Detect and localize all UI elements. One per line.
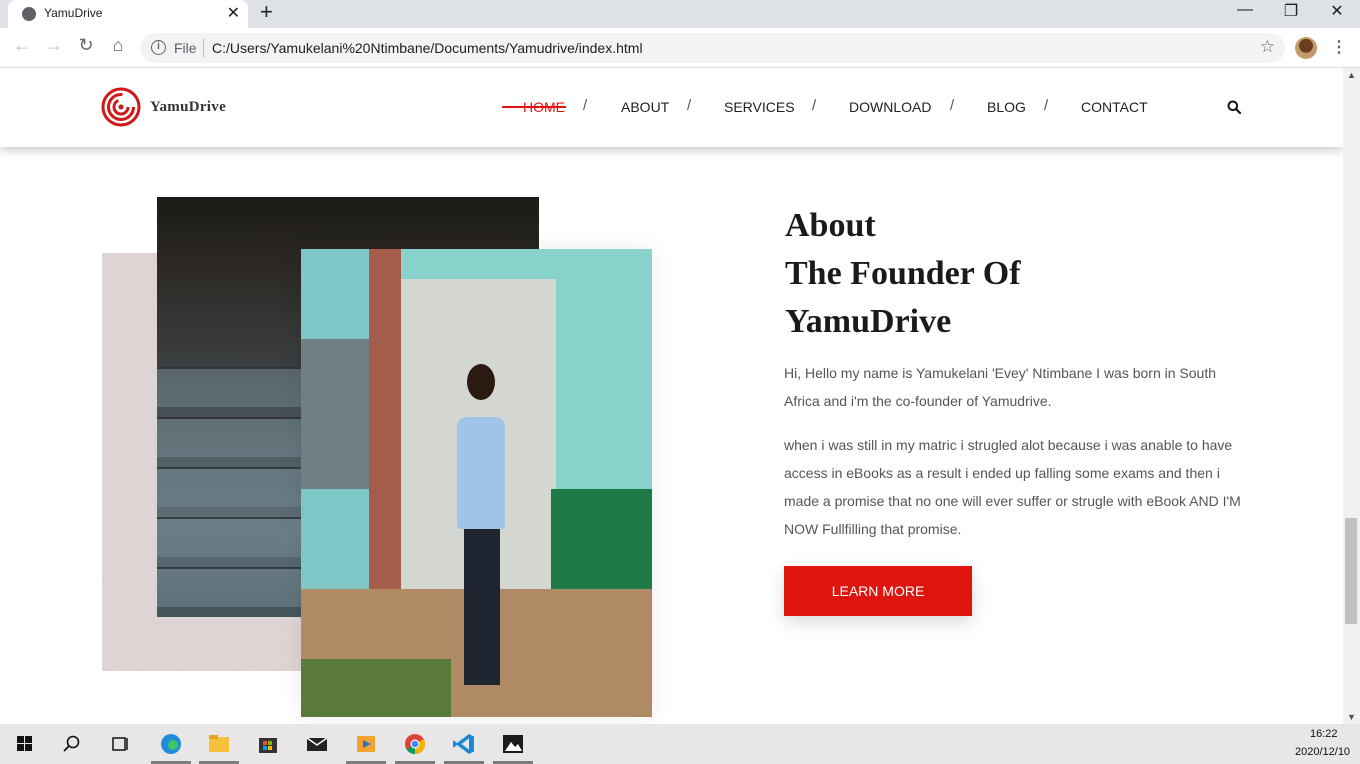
search-icon[interactable] [1227, 100, 1241, 114]
site-header: YamuDrive HOME / ABOUT / SERVICES / DOWN… [0, 68, 1343, 147]
microsoft-store-icon[interactable] [255, 732, 281, 756]
chrome-icon[interactable] [402, 732, 428, 756]
info-icon[interactable]: i [151, 40, 166, 55]
mail-icon[interactable] [304, 732, 330, 756]
bookmark-star-icon[interactable]: ☆ [1260, 37, 1275, 57]
minimize-button[interactable]: — [1222, 1, 1268, 19]
nav-blog[interactable]: BLOG [987, 99, 1026, 115]
about-paragraph-intro: Hi, Hello my name is Yamukelani 'Evey' N… [784, 365, 1217, 409]
security-label: File [174, 40, 197, 56]
maximize-button[interactable]: ❐ [1268, 1, 1314, 21]
page-scrollbar[interactable]: ▲ ▼ [1343, 68, 1360, 724]
search-icon[interactable] [59, 732, 85, 756]
nav-about[interactable]: ABOUT [621, 99, 669, 115]
address-bar[interactable]: i File C:/Users/Yamukelani%20Ntimbane/Do… [140, 33, 1285, 63]
nav-separator: / [812, 97, 817, 114]
home-button[interactable]: ⌂ [106, 35, 130, 56]
vscode-icon[interactable] [451, 732, 477, 756]
url-text[interactable]: C:/Users/Yamukelani%20Ntimbane/Documents… [212, 40, 643, 56]
nav-contact[interactable]: CONTACT [1081, 99, 1148, 115]
omnibox-divider [203, 39, 204, 57]
about-heading-line1: About [785, 207, 876, 244]
reload-button[interactable]: ↻ [74, 35, 98, 56]
browser-toolbar: ← → ↻ ⌂ i File C:/Users/Yamukelani%20Nti… [0, 28, 1360, 68]
logo-spiral-icon[interactable] [101, 87, 141, 127]
tab-title: YamuDrive [44, 6, 103, 20]
learn-more-button[interactable]: LEARN MORE [784, 566, 972, 616]
forward-button[interactable]: → [42, 35, 66, 56]
about-paragraph-story: when i was still in my matric i strugled… [784, 437, 1241, 537]
media-player-icon[interactable] [353, 732, 379, 756]
browser-menu-icon[interactable]: ⋮ [1331, 37, 1347, 57]
scroll-up-arrow-icon[interactable]: ▲ [1347, 70, 1356, 80]
windows-start-icon[interactable] [12, 732, 38, 756]
scrollbar-thumb[interactable] [1345, 518, 1357, 624]
browser-tab-strip: YamuDrive ✕ + — ❐ ✕ [0, 0, 1360, 28]
nav-active-indicator [502, 106, 566, 108]
about-heading-line2: The Founder Of [785, 255, 1021, 292]
about-heading: About The Founder Of YamuDrive [785, 202, 1021, 346]
nav-services[interactable]: SERVICES [724, 99, 795, 115]
nav-separator: / [583, 97, 588, 114]
browser-tab[interactable]: YamuDrive ✕ [8, 0, 248, 28]
clock-time[interactable]: 16:22 [1310, 728, 1338, 740]
nav-separator: / [1044, 97, 1049, 114]
logo-text[interactable]: YamuDrive [150, 99, 226, 116]
clock-date[interactable]: 2020/12/10 [1295, 746, 1350, 758]
scroll-down-arrow-icon[interactable]: ▼ [1347, 712, 1356, 722]
web-page: YamuDrive HOME / ABOUT / SERVICES / DOWN… [0, 68, 1343, 724]
windows-taskbar: 16:22 2020/12/10 [0, 724, 1360, 764]
task-view-icon[interactable] [107, 732, 133, 756]
profile-avatar[interactable] [1295, 37, 1317, 59]
photos-icon[interactable] [500, 732, 526, 756]
founder-photo [301, 249, 652, 717]
nav-download[interactable]: DOWNLOAD [849, 99, 931, 115]
nav-separator: / [950, 97, 955, 114]
file-explorer-icon[interactable] [206, 732, 232, 756]
about-heading-line3: YamuDrive [785, 303, 952, 340]
nav-separator: / [687, 97, 692, 114]
globe-icon [22, 7, 36, 21]
edge-browser-icon[interactable] [158, 732, 184, 756]
new-tab-button[interactable]: + [260, 1, 273, 23]
close-window-button[interactable]: ✕ [1314, 1, 1360, 21]
back-button[interactable]: ← [10, 35, 34, 56]
tab-close-icon[interactable]: ✕ [227, 3, 240, 23]
